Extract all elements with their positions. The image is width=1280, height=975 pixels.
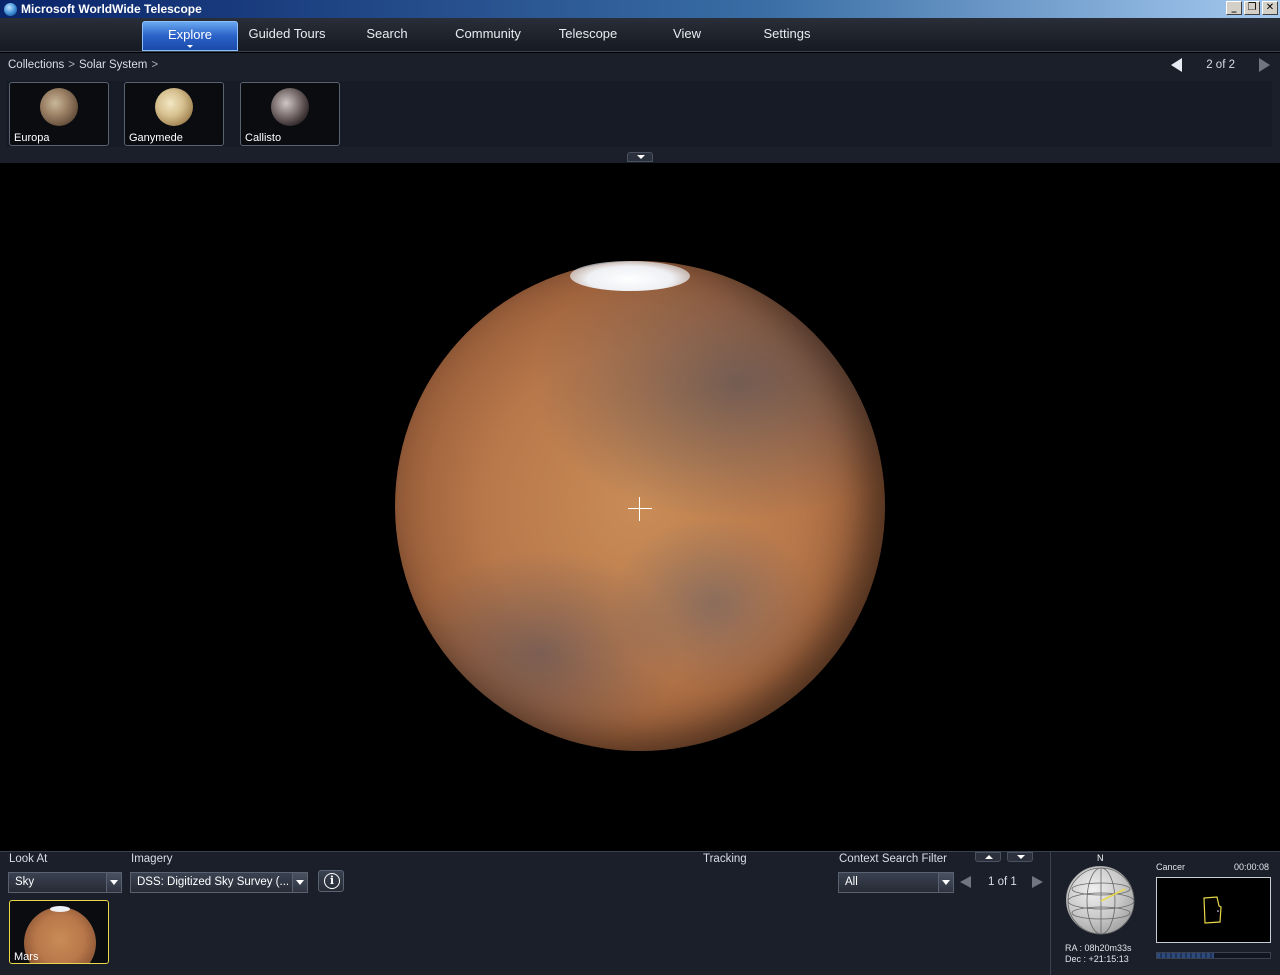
tab-label: Settings [763, 26, 811, 41]
thumbnail-label: Callisto [245, 132, 282, 144]
thumbnail-callisto[interactable]: Callisto [240, 82, 340, 146]
navigation-panel: N RA : 08h20m33s Dec : +21:15:13 Cancer … [1050, 851, 1280, 975]
imagery-value: DSS: Digitized Sky Survey (... [137, 876, 290, 888]
constellation-mini-map[interactable] [1156, 877, 1271, 943]
window-titlebar[interactable]: Microsoft WorldWide Telescope _ ❐ ✕ [0, 0, 1280, 18]
tab-label: Guided Tours [248, 26, 326, 41]
breadcrumb-solar-system[interactable]: Solar System [79, 59, 147, 71]
ganymede-image [155, 88, 193, 126]
chevron-down-icon [292, 873, 307, 892]
tab-label: Search [366, 26, 408, 41]
ra-readout: RA : 08h20m33s [1065, 943, 1132, 953]
thumbnail-label: Europa [14, 132, 50, 144]
next-page-icon[interactable] [1259, 58, 1270, 72]
thumbnail-label: Ganymede [129, 132, 183, 144]
breadcrumb-collections[interactable]: Collections [8, 59, 64, 71]
tracking-label: Tracking [703, 853, 747, 865]
context-page-indicator: 1 of 1 [988, 876, 1017, 888]
tab-explore[interactable]: Explore [142, 21, 238, 51]
tab-search[interactable]: Search [339, 21, 435, 51]
tab-label: Community [455, 26, 521, 41]
context-search-filter-label: Context Search Filter [839, 853, 948, 865]
imagery-dropdown[interactable]: DSS: Digitized Sky Survey (... [130, 872, 308, 893]
expand-up-button[interactable] [975, 852, 1001, 862]
main-menu-bar: Explore Guided Tours Search Community Te… [0, 18, 1280, 52]
collapse-panel-button[interactable] [627, 152, 653, 162]
chevron-down-icon [106, 873, 121, 892]
look-at-label: Look At [9, 853, 48, 865]
breadcrumb: Collections > Solar System > [8, 59, 158, 71]
window-controls: _ ❐ ✕ [1226, 1, 1278, 15]
chevron-down-icon [187, 45, 193, 48]
minimize-icon[interactable]: _ [1226, 1, 1242, 15]
tab-view[interactable]: View [639, 21, 735, 51]
thumbnail-europa[interactable]: Europa [9, 82, 109, 146]
thumbnail-row: Europa Ganymede Callisto [6, 81, 1272, 147]
page-indicator: 2 of 2 [1206, 59, 1235, 71]
tab-settings[interactable]: Settings [739, 21, 835, 51]
tab-label: View [673, 26, 701, 41]
collection-pager: 2 of 2 [1171, 58, 1270, 72]
app-globe-icon [4, 2, 17, 16]
thumbnail-label: Mars [14, 951, 39, 963]
next-page-icon[interactable] [1032, 876, 1043, 888]
info-icon: i [324, 873, 340, 889]
restore-icon[interactable]: ❐ [1244, 1, 1260, 15]
polar-cap [50, 906, 70, 912]
context-panel: Look At Sky Imagery DSS: Digitized Sky S… [0, 851, 1050, 975]
tab-telescope[interactable]: Telescope [540, 21, 636, 51]
tab-label: Telescope [558, 26, 618, 41]
close-icon[interactable]: ✕ [1262, 1, 1278, 15]
context-filter-dropdown[interactable]: All [838, 872, 954, 893]
callisto-image [271, 88, 309, 126]
progress-fill [1157, 953, 1214, 958]
chevron-right-icon[interactable]: > [151, 59, 158, 71]
tab-community[interactable]: Community [440, 21, 536, 51]
crosshair-icon [628, 497, 652, 521]
constellation-name: Cancer [1156, 862, 1186, 872]
orientation-globe-icon[interactable] [1066, 866, 1135, 935]
thumbnail-ganymede[interactable]: Ganymede [124, 82, 224, 146]
tab-guided-tours[interactable]: Guided Tours [239, 21, 335, 51]
imagery-info-button[interactable]: i [318, 870, 344, 892]
context-filter-value: All [845, 876, 858, 888]
time-progress-bar[interactable] [1156, 952, 1271, 959]
sky-view[interactable] [0, 163, 1280, 851]
result-thumbnail-mars[interactable]: Mars [9, 900, 109, 964]
explore-panel: Collections > Solar System > 2 of 2 Euro… [0, 53, 1280, 163]
chevron-right-icon: > [68, 59, 75, 71]
polar-cap [570, 261, 690, 291]
tab-label: Explore [167, 27, 213, 42]
previous-page-icon[interactable] [960, 876, 971, 888]
north-label: N [1097, 853, 1104, 863]
chevron-down-icon [938, 873, 953, 892]
look-at-value: Sky [15, 876, 35, 888]
previous-page-icon[interactable] [1171, 58, 1183, 72]
dec-readout: Dec : +21:15:13 [1065, 954, 1129, 964]
collapse-down-button[interactable] [1007, 852, 1033, 862]
imagery-label: Imagery [131, 853, 173, 865]
clock-readout: 00:00:08 [1234, 862, 1270, 872]
europa-image [40, 88, 78, 126]
look-at-dropdown[interactable]: Sky [8, 872, 122, 893]
window-title: Microsoft WorldWide Telescope [21, 2, 202, 16]
